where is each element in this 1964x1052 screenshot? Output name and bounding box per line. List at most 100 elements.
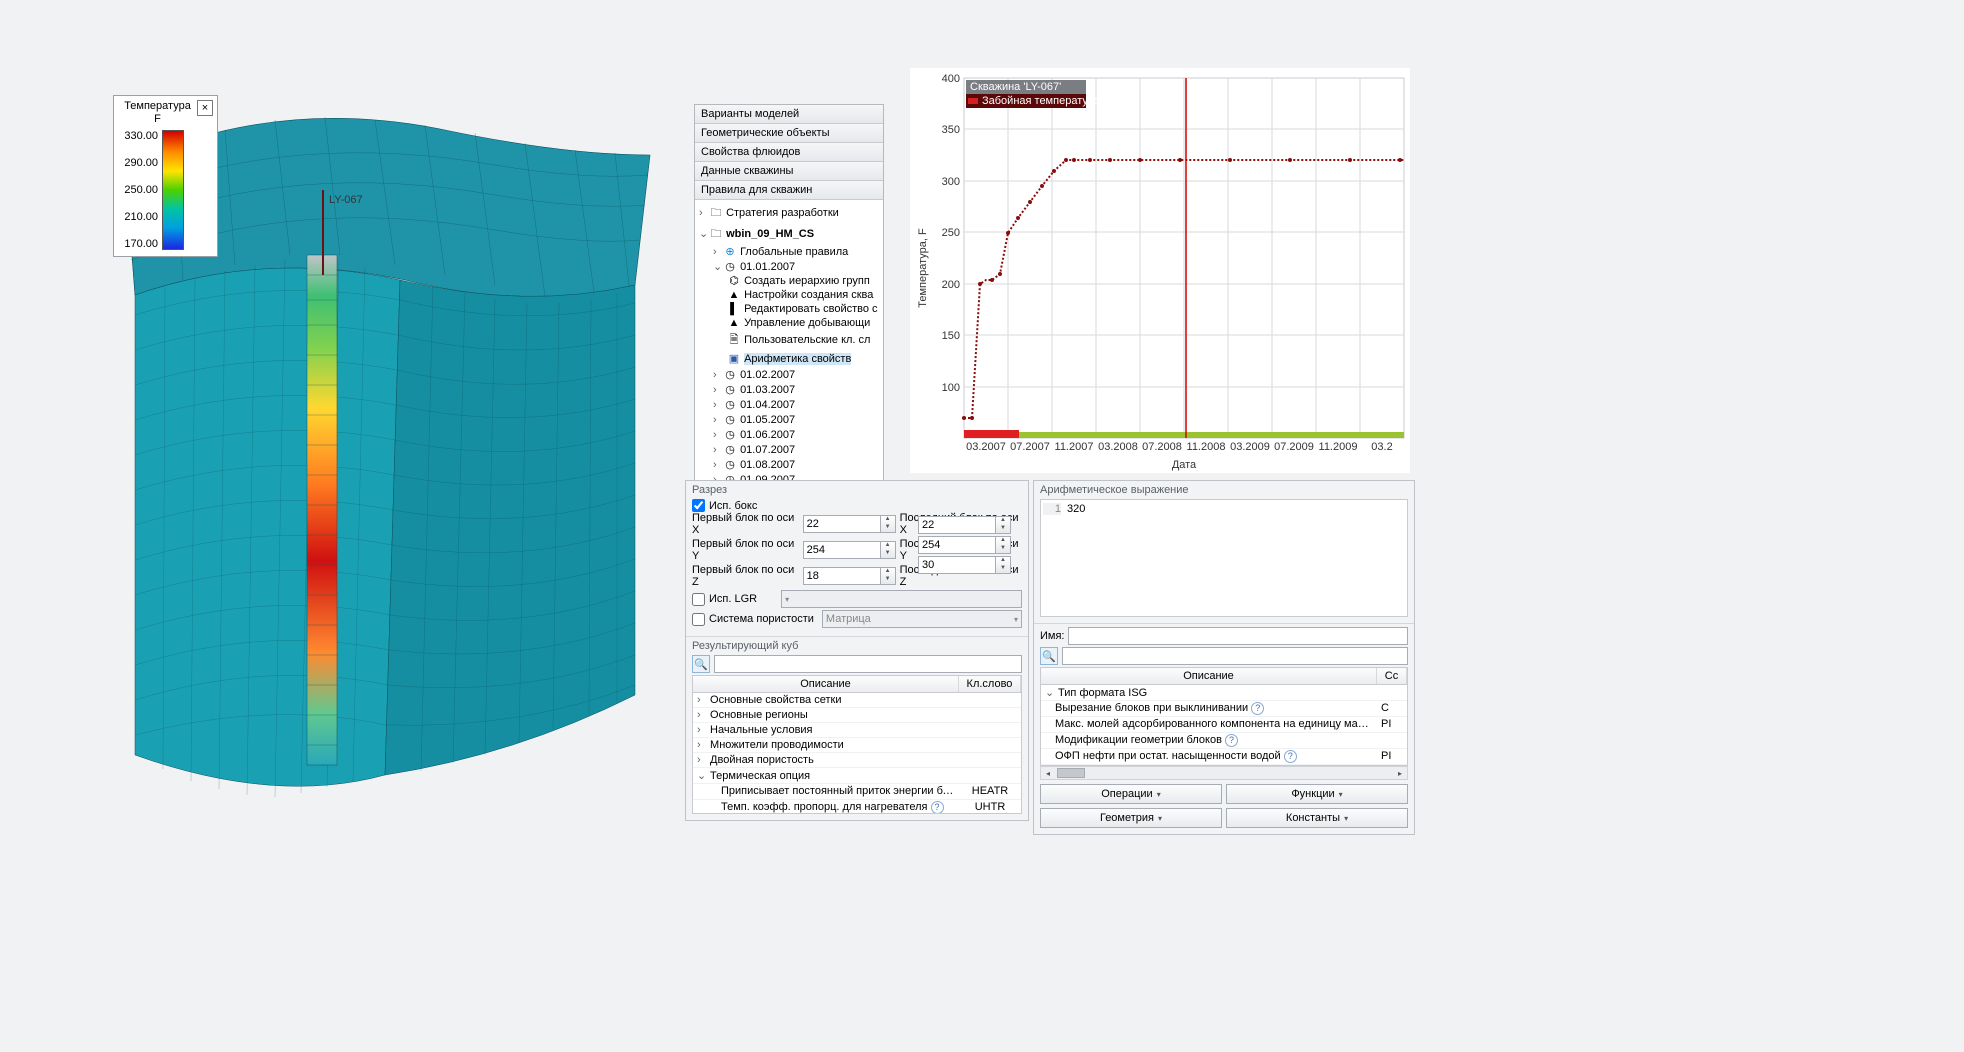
porosity-checkbox[interactable]: Система пористостиМатрица (692, 610, 1022, 628)
result-cube-title: Результирующий куб (692, 640, 1022, 652)
svg-text:11.2007: 11.2007 (1055, 441, 1094, 453)
svg-text:07.2009: 07.2009 (1274, 441, 1314, 453)
spin-z1[interactable]: ▲▼ (803, 567, 896, 585)
clock-icon: ◷ (723, 383, 737, 396)
table-row[interactable]: › Начальные условия (693, 723, 1021, 738)
svg-text:200: 200 (942, 279, 960, 291)
use-box-checkbox[interactable]: Исп. бокс (692, 499, 1022, 512)
acc-variants[interactable]: Варианты моделей (695, 105, 883, 124)
color-legend[interactable]: Температура F × 330.00290.00 250.00210.0… (113, 95, 218, 257)
acc-geom[interactable]: Геометрические объекты (695, 124, 883, 143)
search-icon[interactable]: 🔍 (1040, 647, 1058, 665)
label-z1: Первый блок по оси Z (692, 564, 799, 588)
help-icon[interactable]: ? (931, 801, 944, 814)
svg-text:Скважина 'LY-067': Скважина 'LY-067' (970, 81, 1061, 93)
name-label: Имя: (1040, 630, 1064, 642)
operations-button[interactable]: Операции (1040, 784, 1222, 804)
help-icon[interactable]: ? (1284, 750, 1297, 763)
svg-text:350: 350 (942, 124, 960, 136)
table-row[interactable]: › Множители проводимости (693, 738, 1021, 753)
arith-grid[interactable]: ⌄ Тип формата ISGВырезание блоков при вы… (1040, 684, 1408, 766)
clock-icon: ◷ (723, 413, 737, 426)
expression-editor[interactable]: 1320 (1040, 499, 1408, 617)
legend-title: Температура F (118, 100, 197, 126)
acc-fluids[interactable]: Свойства флюидов (695, 143, 883, 162)
table-row[interactable]: Модификации геометрии блоков ? (1041, 733, 1407, 749)
arith-title: Арифметическое выражение (1040, 484, 1408, 496)
legend-ticks: 330.00290.00 250.00210.00 170.00 (118, 130, 162, 250)
spin-y2[interactable]: ▲▼ (918, 536, 1028, 554)
table-row[interactable]: › Двойная пористость (693, 753, 1021, 768)
table-row[interactable]: Вырезание блоков при выклинивании ?C (1041, 701, 1407, 717)
svg-text:Дата: Дата (1172, 459, 1197, 471)
arithmetic-panel: Арифметическое выражение 1320 Имя: 🔍 Опи… (1033, 480, 1415, 835)
well-icon: ▲ (727, 317, 741, 329)
legend-gradient (162, 130, 184, 250)
label-y1: Первый блок по оси Y (692, 538, 799, 562)
section-title: Разрез (692, 484, 1022, 496)
table-row[interactable]: › Основные свойства сетки (693, 693, 1021, 708)
svg-text:03.2007: 03.2007 (966, 441, 1006, 453)
globe-icon: ⊕ (723, 245, 737, 258)
spin-y1[interactable]: ▲▼ (803, 541, 896, 559)
svg-text:03.2: 03.2 (1371, 441, 1392, 453)
well-label-3d: LY-067 (329, 194, 363, 206)
table-row[interactable]: › Основные регионы (693, 708, 1021, 723)
geometry-button[interactable]: Геометрия (1040, 808, 1222, 828)
edit-icon: ▌ (727, 303, 741, 315)
clock-icon: ◷ (723, 398, 737, 411)
svg-text:03.2008: 03.2008 (1098, 441, 1138, 453)
svg-text:100: 100 (942, 382, 960, 394)
table-row[interactable]: ⌄ Термическая опция (693, 768, 1021, 784)
calendar-icon: 🗀 (709, 225, 723, 244)
acc-wellrules[interactable]: Правила для скважин (695, 181, 883, 200)
chart-legend: Скважина 'LY-067' Забойная температура (966, 80, 1101, 108)
functions-button[interactable]: Функции (1226, 784, 1408, 804)
result-cube-header: Описание Кл.слово (692, 675, 1022, 692)
svg-text:07.2007: 07.2007 (1010, 441, 1050, 453)
svg-text:03.2009: 03.2009 (1230, 441, 1270, 453)
arith-grid-header: Описание Сс (1040, 667, 1408, 684)
table-row[interactable]: ОФП нефти при остат. насыщенности водой … (1041, 749, 1407, 765)
table-row[interactable]: Приписывает постоянный приток энергии бл… (693, 784, 1021, 800)
lgr-combo[interactable] (781, 590, 1022, 608)
search-input-right[interactable] (1062, 647, 1408, 665)
table-row[interactable]: Темп. коэфф. пропорц. для нагревателя ?U… (693, 800, 1021, 814)
search-icon[interactable]: 🔍 (692, 655, 710, 673)
rules-accordion: Варианты моделей Геометрические объекты … (694, 104, 884, 491)
help-icon[interactable]: ? (1251, 702, 1264, 715)
cube-icon: ▣ (727, 352, 741, 365)
table-row[interactable]: ⌄ Тип формата ISG (1041, 685, 1407, 701)
svg-text:Температура, F: Температура, F (917, 228, 929, 308)
spin-x2[interactable]: ▲▼ (918, 516, 1028, 534)
clock-icon: ◷ (723, 368, 737, 381)
acc-welldata[interactable]: Данные скважины (695, 162, 883, 181)
spin-x1[interactable]: ▲▼ (803, 515, 896, 533)
close-icon[interactable]: × (197, 100, 213, 116)
rules-tree[interactable]: ›🗀 Стратегия разработки ⌄🗀 wbin_09_HM_CS… (695, 200, 883, 490)
svg-text:400: 400 (942, 73, 960, 85)
hierarchy-icon: ⌬ (727, 274, 741, 287)
porosity-combo[interactable]: Матрица (822, 610, 1022, 628)
result-cube-grid[interactable]: › Основные свойства сетки› Основные реги… (692, 692, 1022, 814)
help-icon[interactable]: ? (1225, 734, 1238, 747)
svg-text:07.2008: 07.2008 (1142, 441, 1182, 453)
svg-text:11.2009: 11.2009 (1319, 441, 1358, 453)
section-col2: ▲▼ ▲▼ ▲▼ (918, 516, 1028, 574)
search-input[interactable] (714, 655, 1022, 673)
constants-button[interactable]: Константы (1226, 808, 1408, 828)
use-lgr-checkbox[interactable]: Исп. LGR (692, 590, 1022, 608)
name-input[interactable] (1068, 627, 1408, 645)
well-icon: ▲ (727, 289, 741, 301)
table-row[interactable]: Макс. молей адсорбированного компонента … (1041, 717, 1407, 733)
clock-icon: ◷ (723, 428, 737, 441)
svg-text:11.2008: 11.2008 (1187, 441, 1226, 453)
calendar-icon: 🗀 (709, 204, 723, 223)
temperature-chart[interactable]: 400 350 300 250 200 150 100 03.2007 07.2… (910, 68, 1410, 473)
svg-text:Забойная температура: Забойная температура (982, 95, 1101, 107)
spin-z2[interactable]: ▲▼ (918, 556, 1028, 574)
clock-icon: ◷ (723, 260, 737, 273)
clock-icon: ◷ (723, 458, 737, 471)
h-scrollbar[interactable]: ◂▸ (1040, 766, 1408, 780)
svg-text:300: 300 (942, 176, 960, 188)
